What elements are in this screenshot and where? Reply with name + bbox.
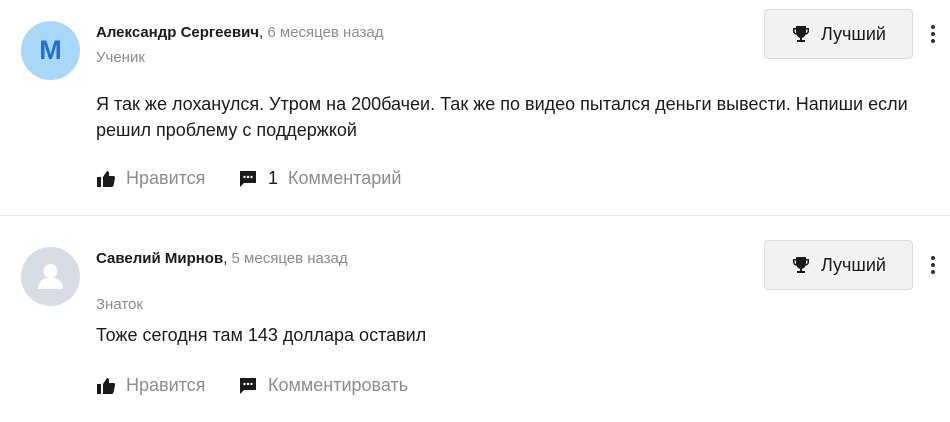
more-vertical-icon[interactable]: [922, 245, 944, 285]
author-name[interactable]: Савелий Мирнов: [96, 250, 223, 267]
answer-actions: Нравится 1 Комментарий: [96, 168, 401, 189]
answer-actions: Нравится Комментировать: [96, 375, 408, 396]
best-answer-button[interactable]: Лучший: [764, 9, 913, 59]
avatar[interactable]: [21, 247, 80, 306]
like-label: Нравится: [126, 168, 206, 188]
author-rank: Знаток: [96, 296, 143, 313]
comment-count: 1: [268, 168, 279, 188]
answer-text: Тоже сегодня там 143 доллара оставил: [96, 325, 427, 345]
thumbs-up-icon: [96, 376, 116, 396]
comment-label: Комментарий: [288, 168, 402, 188]
answer-card: Савелий Мирнов, 5 месяцев назад Знаток Л…: [0, 216, 950, 421]
answer-card: M Александр Сергеевич, 6 месяцев назад У…: [0, 0, 950, 216]
author-line: Александр Сергеевич, 6 месяцев назад: [96, 23, 383, 43]
comment-bubble-icon: [238, 169, 258, 189]
author-separator: ,: [259, 24, 264, 41]
answer-text: Я так же лоханулся. Утром на 200бачеи. Т…: [96, 94, 908, 140]
author-separator: ,: [223, 250, 228, 267]
trophy-icon: [791, 255, 811, 275]
best-answer-button[interactable]: Лучший: [764, 240, 913, 290]
like-button[interactable]: Нравится: [96, 375, 238, 396]
author-rank: Ученик: [96, 49, 145, 66]
best-answer-label: Лучший: [821, 23, 886, 44]
more-vertical-icon[interactable]: [922, 14, 944, 54]
like-button[interactable]: Нравится: [96, 168, 238, 189]
thumbs-up-icon: [96, 169, 116, 189]
answer-time: 5 месяцев назад: [231, 250, 348, 267]
comment-label: Комментировать: [268, 375, 409, 395]
comment-button[interactable]: Комментировать: [238, 375, 408, 396]
avatar-letter: M: [39, 35, 62, 65]
trophy-icon: [791, 24, 811, 44]
user-silhouette-icon: [21, 264, 80, 306]
avatar[interactable]: M: [21, 21, 80, 80]
best-answer-label: Лучший: [821, 254, 886, 275]
like-label: Нравится: [126, 375, 206, 395]
author-line: Савелий Мирнов, 5 месяцев назад: [96, 249, 348, 269]
author-name[interactable]: Александр Сергеевич: [96, 24, 259, 41]
comment-bubble-icon: [238, 376, 258, 396]
answer-time: 6 месяцев назад: [267, 24, 384, 41]
comments-button[interactable]: 1 Комментарий: [238, 168, 401, 189]
